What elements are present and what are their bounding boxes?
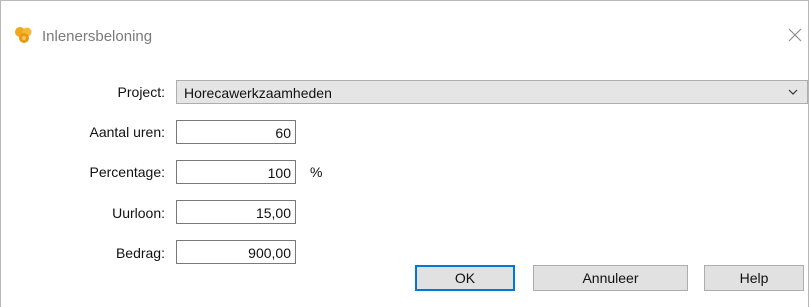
project-label: Project: [117, 84, 165, 100]
ok-button[interactable]: OK [415, 265, 515, 291]
chevron-down-icon [788, 89, 798, 95]
project-select-value: Horecawerkzaamheden [184, 85, 332, 101]
help-button[interactable]: Help [704, 265, 804, 291]
project-select[interactable]: Horecawerkzaamheden [176, 80, 808, 104]
percentage-input[interactable]: 100 [176, 160, 296, 184]
aantal-uren-input[interactable]: 60 [176, 120, 296, 144]
window-title: Inlenersbeloning [42, 28, 153, 45]
percentage-label: Percentage: [89, 164, 166, 180]
aantal-uren-label: Aantal uren: [89, 124, 166, 140]
dialog-window: Inlenersbeloning Project: Horecawerkzaam… [0, 0, 809, 307]
bedrag-label: Bedrag: [115, 245, 165, 261]
title-bar: Inlenersbeloning [1, 1, 810, 45]
coins-icon [15, 27, 32, 43]
bedrag-input[interactable]: 900,00 [176, 240, 296, 264]
percentage-unit: % [310, 164, 323, 180]
uurloon-input[interactable]: 15,00 [176, 200, 296, 224]
uurloon-label: Uurloon: [112, 205, 165, 221]
cancel-button[interactable]: Annuleer [533, 265, 688, 291]
close-icon[interactable] [783, 23, 807, 47]
